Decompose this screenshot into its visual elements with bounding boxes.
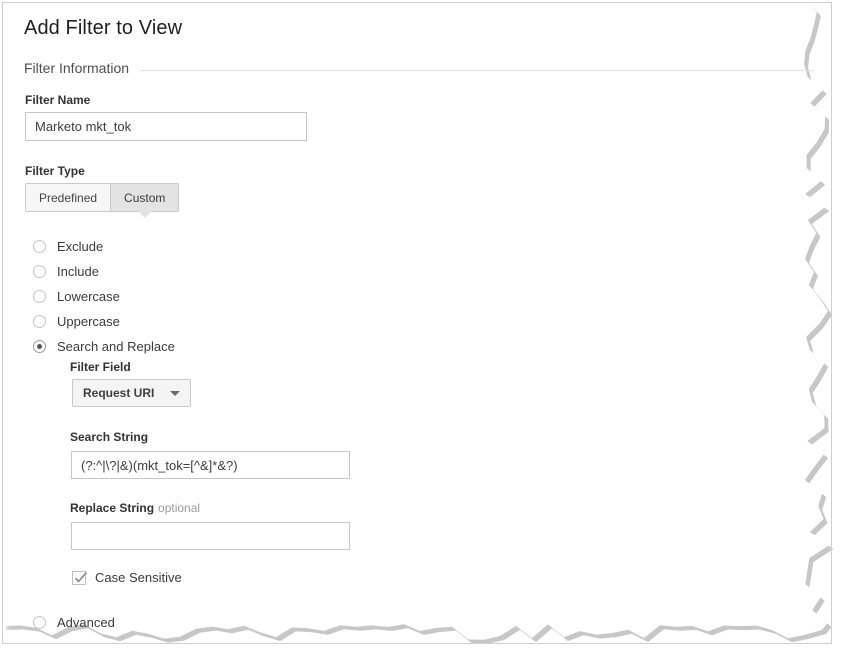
case-sensitive-label: Case Sensitive [95,570,182,585]
custom-option-advanced[interactable]: Advanced [33,613,115,631]
replace-string-optional-note: optional [158,501,201,515]
filter-type-option-predefined[interactable]: Predefined [26,184,111,211]
section-divider [24,70,814,71]
radio-icon [33,615,46,629]
screenshot-root: Add Filter to View Filter Information Fi… [0,0,844,652]
search-string-input[interactable] [71,451,350,479]
radio-selected-icon [33,339,46,353]
radio-icon [33,314,46,328]
filter-type-toggle-group: Predefined Custom [25,183,180,224]
filter-type-option-custom[interactable]: Custom [110,184,179,224]
filter-name-label: Filter Name [25,93,91,107]
section-heading-label: Filter Information [24,60,140,76]
case-sensitive-checkbox[interactable]: Case Sensitive [72,570,182,585]
filter-field-label: Filter Field [70,360,131,374]
selected-tab-pointer-icon [137,211,152,224]
custom-option-uppercase-label: Uppercase [57,313,120,329]
checkmark-icon [72,570,88,585]
radio-icon [33,264,46,278]
custom-option-uppercase[interactable]: Uppercase [33,312,120,330]
search-string-label: Search String [70,430,149,444]
custom-option-advanced-label: Advanced [57,614,115,630]
custom-option-lowercase[interactable]: Lowercase [33,287,120,305]
filter-field-dropdown[interactable]: Request URI [72,379,192,407]
replace-string-label-text: Replace String [70,501,155,515]
filter-name-input[interactable] [25,112,307,141]
replace-string-input[interactable] [71,522,350,550]
filter-field-dropdown-value: Request URI [83,386,155,400]
filter-type-custom-label: Custom [124,190,166,205]
custom-option-include[interactable]: Include [33,262,99,280]
dialog-content: Add Filter to View Filter Information Fi… [2,2,834,646]
page-title: Add Filter to View [24,17,183,39]
custom-option-lowercase-label: Lowercase [57,288,120,304]
custom-option-exclude-label: Exclude [57,238,104,254]
filter-type-label: Filter Type [25,164,85,178]
radio-icon [33,239,46,253]
filter-information-section-header: Filter Information [24,60,814,80]
custom-option-search-and-replace[interactable]: Search and Replace [33,337,175,355]
custom-option-search-and-replace-label: Search and Replace [57,338,175,354]
radio-icon [33,289,46,303]
chevron-down-icon [170,390,181,396]
custom-option-exclude[interactable]: Exclude [33,237,103,255]
custom-option-include-label: Include [57,263,99,279]
replace-string-label: Replace String optional [70,501,200,515]
filter-type-predefined-label: Predefined [39,190,98,205]
